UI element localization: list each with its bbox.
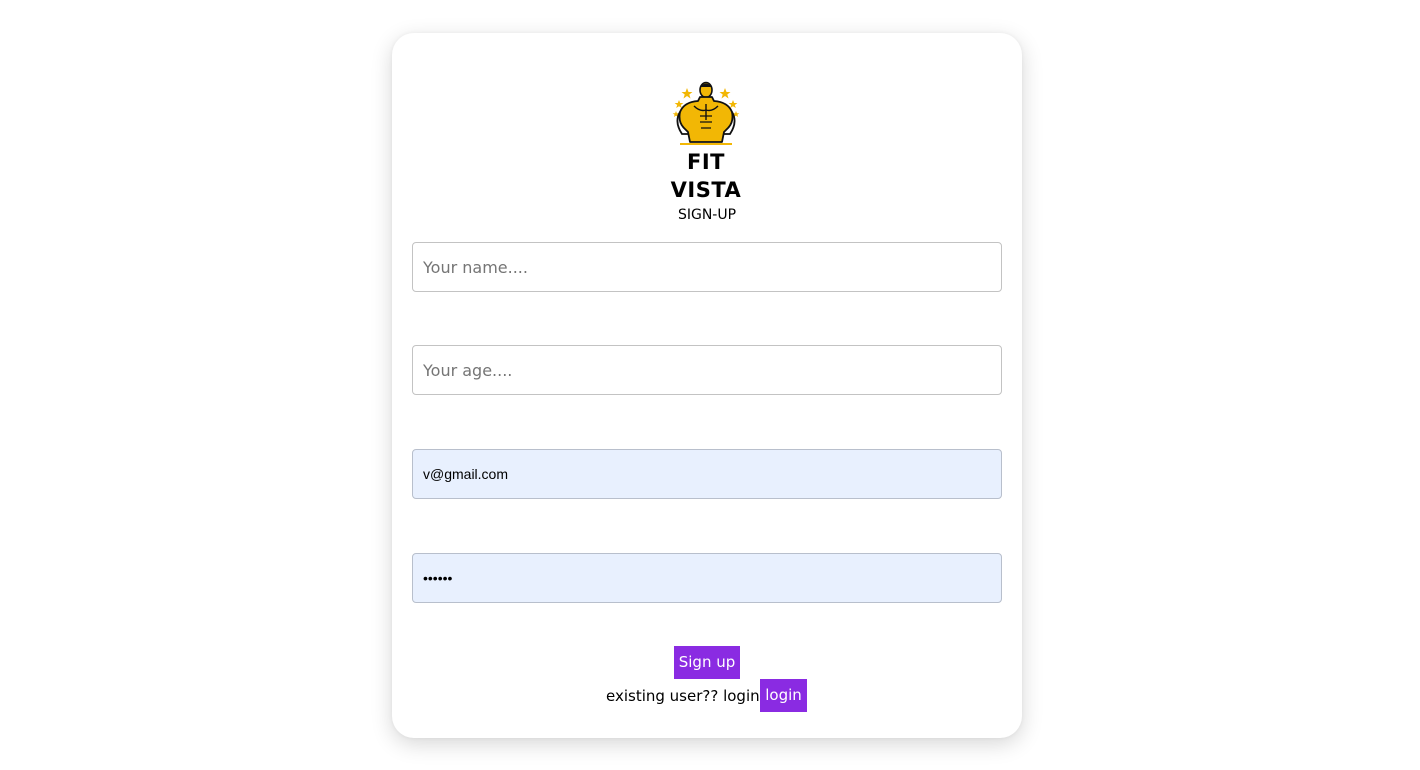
password-input[interactable] (412, 553, 1002, 603)
brand-name: FIT VISTA (670, 150, 742, 202)
email-input[interactable] (412, 449, 1002, 499)
age-input[interactable] (412, 345, 1002, 395)
existing-user-text: existing user?? login (606, 687, 760, 705)
bodybuilder-logo-icon (672, 81, 740, 145)
name-input[interactable] (412, 242, 1002, 292)
brand-logo: FIT VISTA (650, 80, 762, 202)
sign-up-button[interactable]: Sign up (674, 646, 740, 679)
form-heading: SIGN-UP (677, 207, 737, 223)
login-button[interactable]: login (760, 679, 807, 712)
